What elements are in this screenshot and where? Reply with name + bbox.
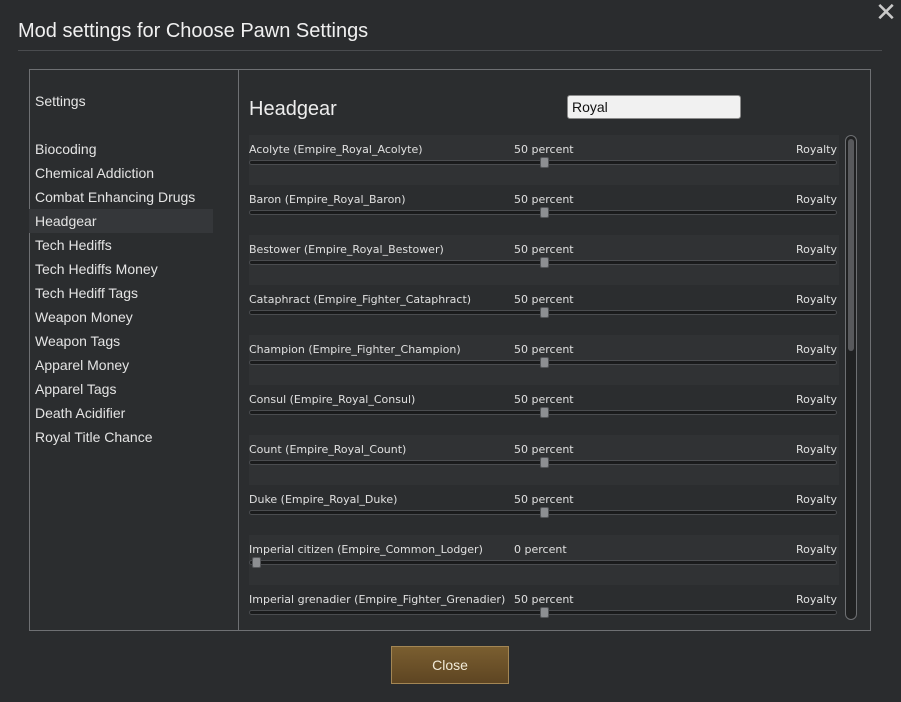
dialog-title: Mod settings for Choose Pawn Settings [18,20,369,42]
slider-label: Baron (Empire_Royal_Baron) [249,193,406,206]
slider-mod-tag: Royalty [795,393,837,406]
slider-row: Baron (Empire_Royal_Baron) 50 percent Roya… [249,185,839,235]
sidebar-item-apparel-money[interactable]: Apparel Money [29,353,213,377]
slider-mod-tag: Royalty [795,293,837,306]
slider-mod-tag: Royalty [795,443,837,456]
slider-percent: 0 percent [514,543,567,556]
slider-percent: 50 percent [514,443,574,456]
sidebar-item-tech-hediffs-money[interactable]: Tech Hediffs Money [29,257,213,281]
slider-thumb[interactable] [540,307,549,318]
slider-percent: 50 percent [514,193,574,206]
sidebar-item-chemical-addiction[interactable]: Chemical Addiction [29,161,213,185]
slider-row: Count (Empire_Royal_Count) 50 percent Roya… [249,435,839,485]
slider-label: Acolyte (Empire_Royal_Acolyte) [249,143,423,156]
slider-row: Imperial grenadier (Empire_Fighter_Grena… [249,585,839,620]
slider-thumb[interactable] [540,357,549,368]
slider-label: Consul (Empire_Royal_Consul) [249,393,416,406]
slider-row: Bestower (Empire_Royal_Bestower) 50 perce… [249,235,839,285]
slider-mod-tag: Royalty [795,143,837,156]
slider-thumb[interactable] [540,207,549,218]
sidebar-item-death-acidifier[interactable]: Death Acidifier [29,401,213,425]
slider-track[interactable] [249,207,837,218]
slider-track[interactable] [249,307,837,318]
slider-mod-tag: Royalty [795,493,837,506]
slider-track[interactable] [249,157,837,168]
slider-label: Bestower (Empire_Royal_Bestower) [249,243,444,256]
slider-percent: 50 percent [514,243,574,256]
sidebar-item-tech-hediff-tags[interactable]: Tech Hediff Tags [29,281,213,305]
search-input[interactable] [567,95,741,119]
slider-label: Champion (Empire_Fighter_Champion) [249,343,461,356]
slider-thumb[interactable] [252,557,261,568]
settings-content: Headgear Acolyte (Empire_Royal_Acolyte) 5… [240,70,870,630]
slider-row: Cataphract (Empire_Fighter_Cataphract) 50… [249,285,839,335]
section-title: Headgear [249,98,337,120]
slider-row: Duke (Empire_Royal_Duke) 50 percent Royalt… [249,485,839,535]
slider-percent: 50 percent [514,143,574,156]
sidebar-item-weapon-money[interactable]: Weapon Money [29,305,213,329]
slider-thumb[interactable] [540,607,549,618]
slider-mod-tag: Royalty [795,593,837,606]
sidebar-item-biocoding[interactable]: Biocoding [29,137,213,161]
sidebar-item-tech-hediffs[interactable]: Tech Hediffs [29,233,213,257]
settings-sidebar: Settings Biocoding Chemical Addiction Comb… [29,69,239,631]
sidebar-item-royal-title-chance[interactable]: Royal Title Chance [29,425,213,449]
slider-track[interactable] [249,607,837,618]
slider-thumb[interactable] [540,507,549,518]
sidebar-item-apparel-tags[interactable]: Apparel Tags [29,377,213,401]
slider-mod-tag: Royalty [795,343,837,356]
title-divider [18,50,882,51]
slider-percent: 50 percent [514,593,574,606]
slider-percent: 50 percent [514,343,574,356]
mod-settings-dialog: ✕ Mod settings for Choose Pawn Settings … [0,0,901,702]
slider-mod-tag: Royalty [795,193,837,206]
sidebar-item-combat-enhancing-drugs[interactable]: Combat Enhancing Drugs [29,185,213,209]
slider-label: Imperial citizen (Empire_Common_Lodger) [249,543,483,556]
scrollbar-thumb[interactable] [848,139,854,351]
slider-thumb[interactable] [540,457,549,468]
close-button[interactable]: Close [391,646,509,684]
slider-label: Imperial grenadier (Empire_Fighter_Grena… [249,593,506,606]
slider-label: Duke (Empire_Royal_Duke) [249,493,398,506]
slider-percent: 50 percent [514,493,574,506]
slider-thumb[interactable] [540,157,549,168]
slider-row: Champion (Empire_Fighter_Champion) 50 per… [249,335,839,385]
slider-mod-tag: Royalty [795,543,837,556]
slider-row: Acolyte (Empire_Royal_Acolyte) 50 percent… [249,135,839,185]
slider-row: Consul (Empire_Royal_Consul) 50 percent Ro… [249,385,839,435]
sidebar-item-headgear[interactable]: Headgear [29,209,213,233]
slider-track[interactable] [249,507,837,518]
slider-mod-tag: Royalty [795,243,837,256]
slider-track[interactable] [249,357,837,368]
slider-track[interactable] [249,407,837,418]
slider-row: Imperial citizen (Empire_Common_Lodger) 0… [249,535,839,585]
slider-label: Count (Empire_Royal_Count) [249,443,407,456]
vertical-scrollbar[interactable] [845,135,857,620]
slider-track[interactable] [249,257,837,268]
slider-thumb[interactable] [540,257,549,268]
slider-track[interactable] [249,557,837,568]
slider-percent: 50 percent [514,293,574,306]
settings-rows: Acolyte (Empire_Royal_Acolyte) 50 percent… [249,135,839,620]
close-icon[interactable]: ✕ [875,0,897,26]
slider-track[interactable] [249,457,837,468]
sidebar-heading: Settings [35,93,86,109]
sidebar-list: Biocoding Chemical Addiction Combat Enhanc… [29,137,213,449]
slider-label: Cataphract (Empire_Fighter_Cataphract) [249,293,472,306]
sidebar-item-weapon-tags[interactable]: Weapon Tags [29,329,213,353]
slider-thumb[interactable] [540,407,549,418]
slider-percent: 50 percent [514,393,574,406]
